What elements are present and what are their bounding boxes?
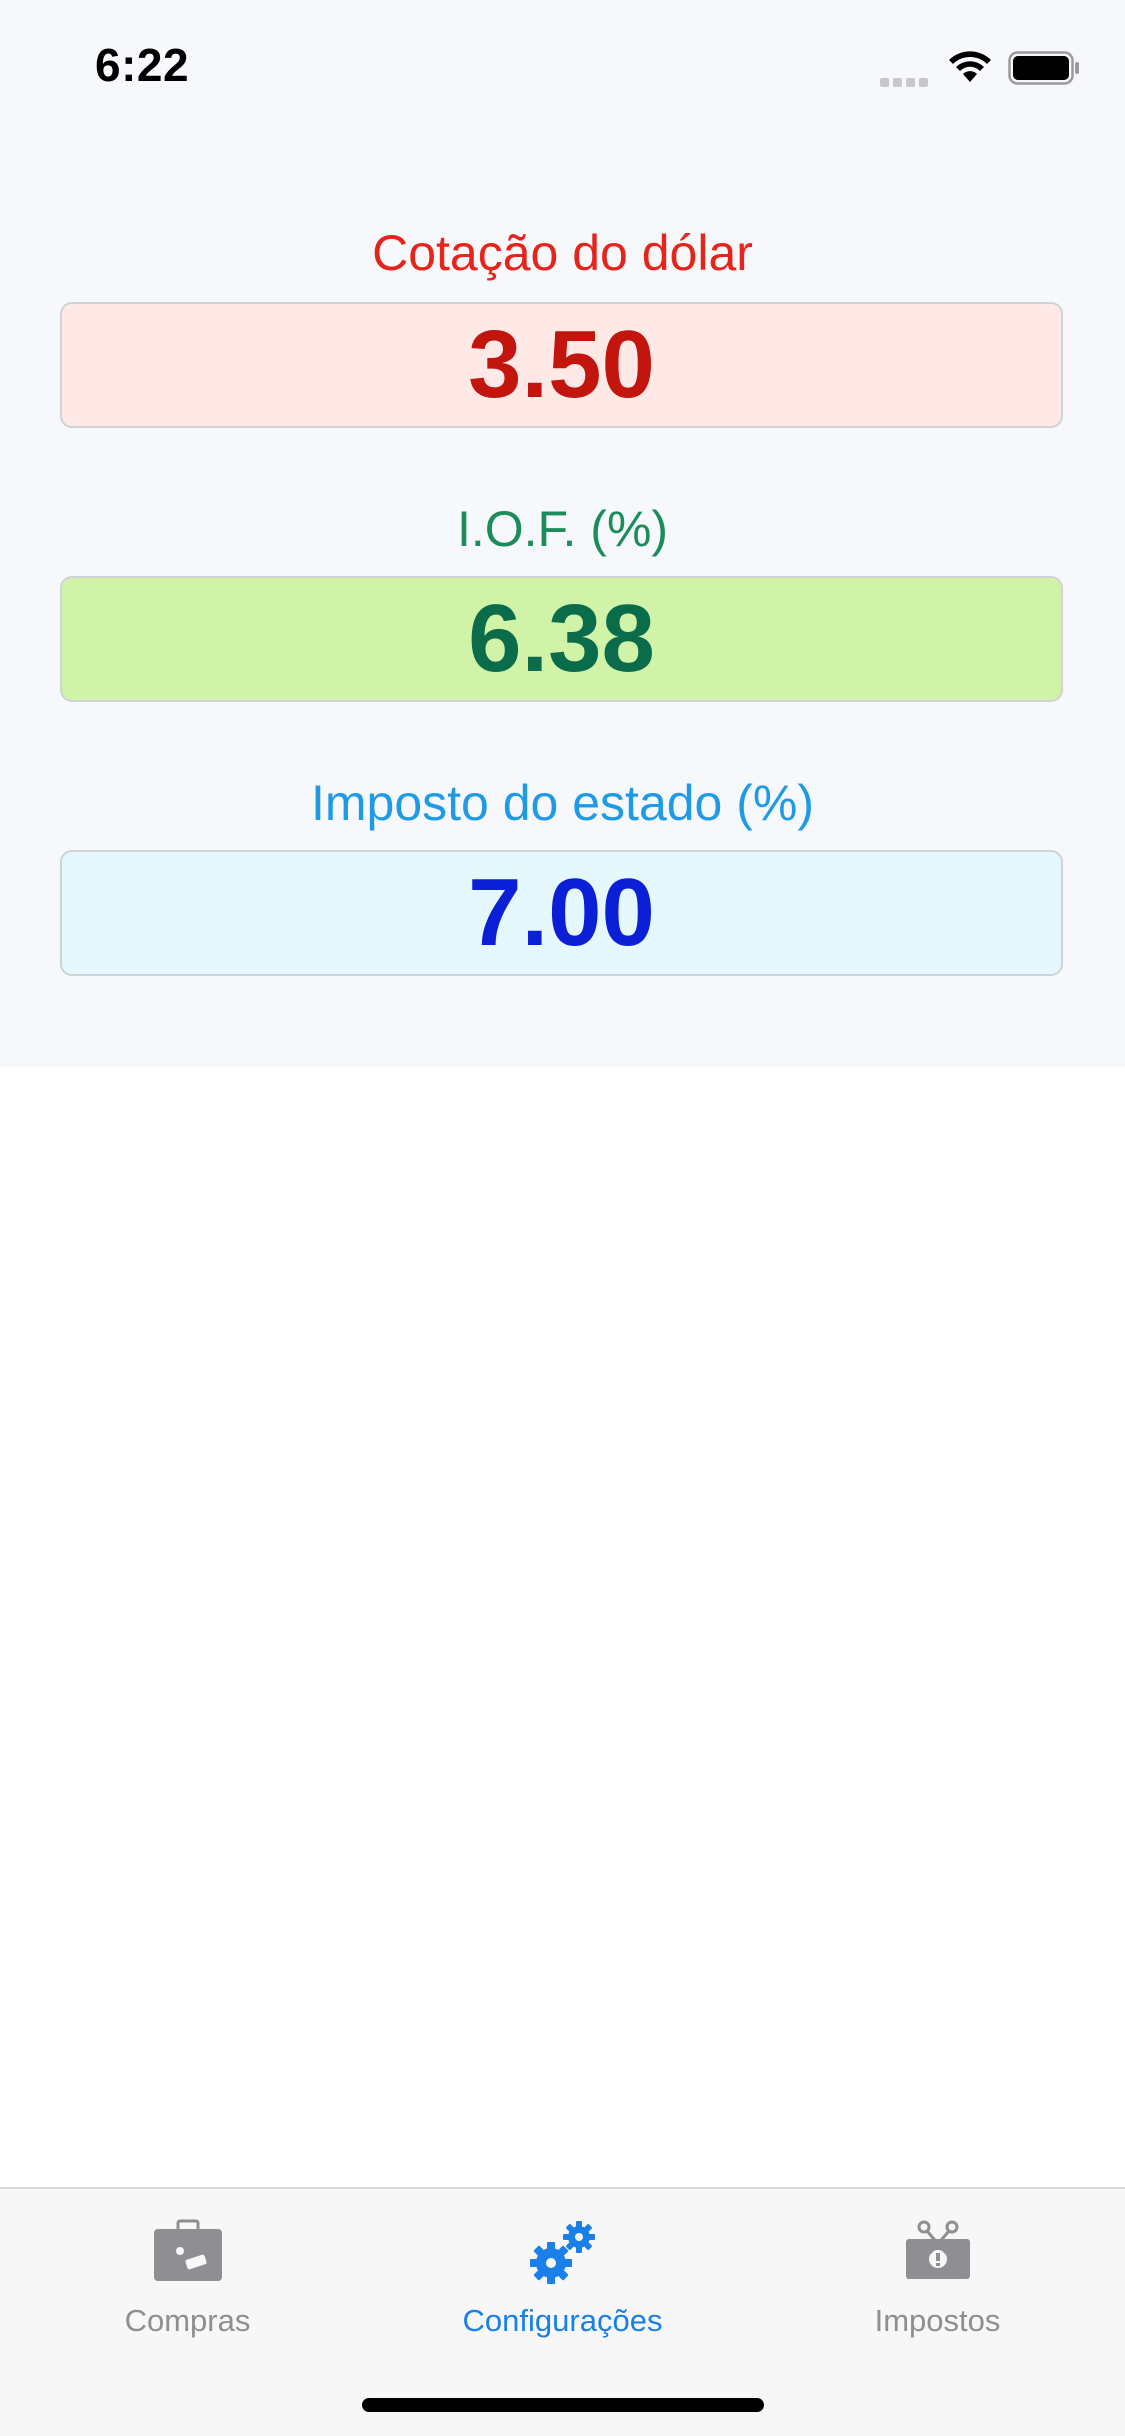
wifi-icon [949, 51, 991, 82]
tab-compras-label: Compras [124, 2303, 251, 2338]
dollar-rate-field[interactable]: 3.50 [60, 302, 1063, 428]
state-tax-label: Imposto do estado (%) [310, 775, 815, 831]
gears-icon [529, 2221, 595, 2284]
suitcase-icon [153, 2219, 222, 2281]
tab-configuracoes-label: Configurações [462, 2303, 663, 2338]
tab-configuracoes[interactable]: Configurações [375, 2209, 750, 2359]
tab-compras[interactable]: Compras [0, 2209, 375, 2359]
tab-impostos[interactable]: Impostos [750, 2209, 1125, 2359]
iof-label: I.O.F. (%) [456, 501, 669, 557]
status-bar: 6:22 [0, 0, 1125, 132]
taxed-money-icon [905, 2220, 970, 2279]
app-screen: 6:22 Cotação do dólar 3.50 I.O.F. (%) 6.… [0, 0, 1125, 2436]
settings-panel: Cotação do dólar 3.50 I.O.F. (%) 6.38 Im… [0, 132, 1125, 1067]
battery-icon [1008, 51, 1079, 85]
cellular-signal-icon [880, 74, 932, 87]
iof-field[interactable]: 6.38 [60, 576, 1063, 702]
home-indicator [362, 2398, 764, 2412]
dollar-rate-label: Cotação do dólar [372, 225, 753, 281]
status-time: 6:22 [95, 39, 190, 91]
tab-impostos-label: Impostos [874, 2303, 1001, 2338]
state-tax-field[interactable]: 7.00 [60, 850, 1063, 976]
